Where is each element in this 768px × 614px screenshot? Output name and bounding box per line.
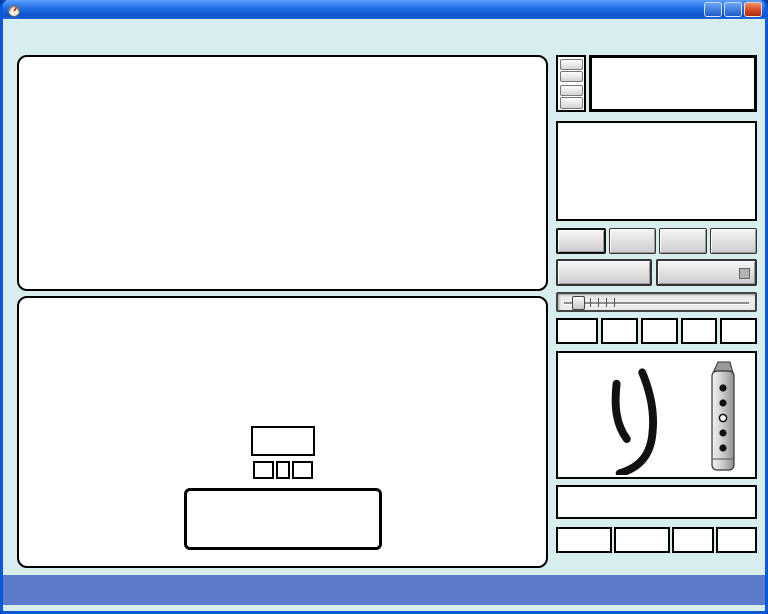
- slider-tick: [590, 298, 591, 307]
- instrument-button-left[interactable]: [556, 527, 612, 553]
- right-column: [556, 55, 757, 568]
- level-history-display: [556, 121, 757, 221]
- frequency-display: [184, 488, 382, 550]
- menu-file[interactable]: [9, 28, 28, 32]
- a440-up-button[interactable]: [292, 461, 313, 479]
- close-button[interactable]: [744, 2, 762, 17]
- slider-tick: [606, 298, 607, 307]
- load-indicator: [739, 268, 750, 279]
- semitone-down-button[interactable]: [641, 318, 678, 344]
- range-up-icon[interactable]: [560, 85, 583, 96]
- clear-memory-button[interactable]: [556, 228, 606, 254]
- instrument-button-right[interactable]: [614, 527, 670, 553]
- gain-slider[interactable]: [556, 292, 757, 312]
- app-icon: [7, 3, 21, 17]
- saveload-row: [556, 259, 757, 286]
- semitone-up-button[interactable]: [681, 318, 718, 344]
- instrument-info: [556, 485, 757, 519]
- left-column: [17, 55, 548, 568]
- db-display: [589, 55, 757, 112]
- titlebar: [3, 0, 765, 19]
- octave-down-button[interactable]: [601, 318, 638, 344]
- minimize-button[interactable]: [704, 2, 722, 17]
- client-area: [3, 41, 765, 568]
- level-up-icon[interactable]: [560, 59, 583, 70]
- save-button[interactable]: [556, 259, 652, 286]
- spectrum-panel: [17, 55, 548, 291]
- spectrum-plot: [19, 57, 546, 289]
- a440-value: [276, 461, 290, 479]
- bottom-button-row: [556, 527, 757, 553]
- menu-help[interactable]: [85, 28, 104, 32]
- level-down-icon[interactable]: [560, 71, 583, 82]
- pitch-reference-row: [253, 461, 313, 479]
- slider-tick: [598, 298, 599, 307]
- load-button[interactable]: [656, 259, 757, 286]
- menubar: [3, 19, 765, 41]
- app-window: [0, 0, 768, 614]
- note-shift-row: [556, 318, 757, 344]
- transport-row: [556, 228, 757, 254]
- level-row: [556, 55, 757, 112]
- tuner-panel: [17, 296, 548, 568]
- pause-button[interactable]: [710, 228, 757, 254]
- slider-track: [564, 302, 749, 305]
- key-up-button[interactable]: [716, 527, 757, 553]
- key-down-button[interactable]: [672, 527, 713, 553]
- a440-down-button[interactable]: [253, 461, 274, 479]
- slider-thumb[interactable]: [572, 296, 585, 310]
- range-down-icon[interactable]: [560, 97, 583, 108]
- note-display: [251, 426, 315, 456]
- menu-option[interactable]: [28, 28, 47, 32]
- maximize-button[interactable]: [724, 2, 742, 17]
- menu-instrument[interactable]: [66, 28, 85, 32]
- note-a4-button[interactable]: [556, 318, 598, 344]
- forward-button[interactable]: [659, 228, 706, 254]
- octave-up-button[interactable]: [720, 318, 757, 344]
- shakuhachi-fingering-icon: [705, 358, 741, 476]
- slider-tick: [614, 298, 615, 307]
- menu-display[interactable]: [47, 28, 66, 32]
- fingering-chart-display: [556, 351, 757, 479]
- kinko-notation-glyph: [584, 359, 694, 475]
- forum-watermark: [3, 575, 765, 605]
- level-spinners: [556, 55, 586, 112]
- rewind-button[interactable]: [609, 228, 656, 254]
